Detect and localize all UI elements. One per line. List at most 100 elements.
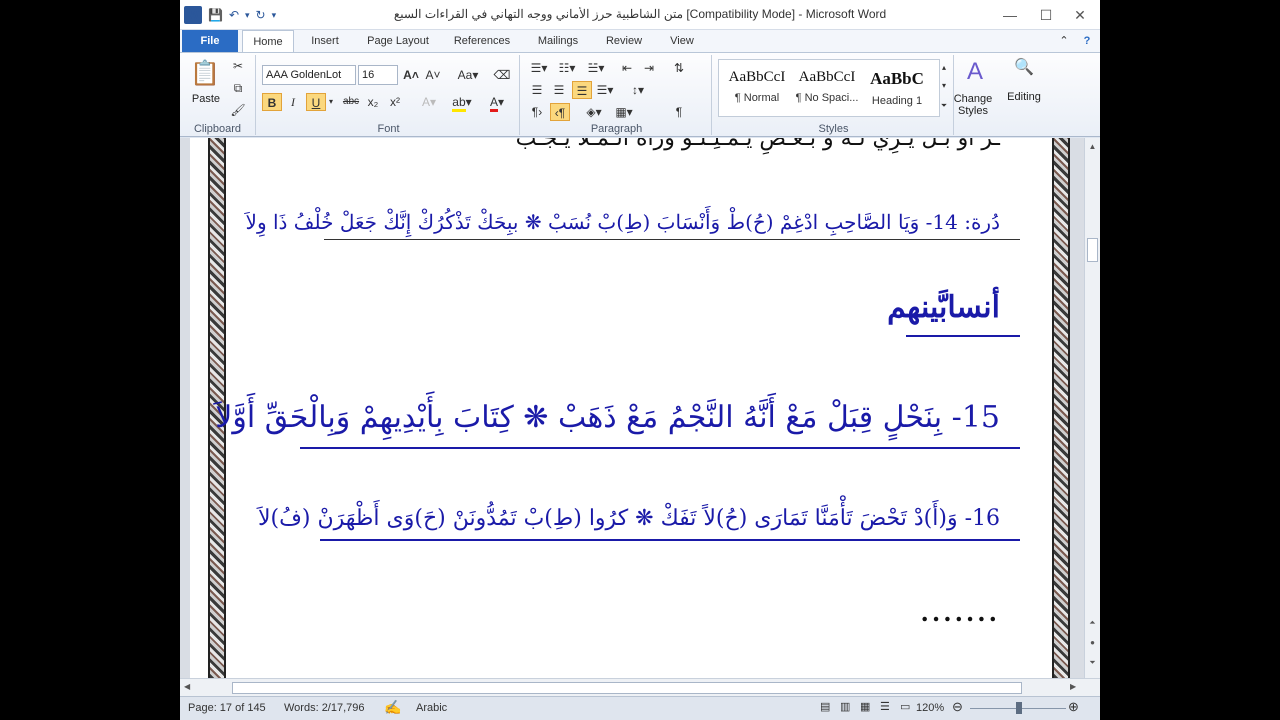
status-bar: Page: 17 of 145 Words: 2/17,796 ✍ Arabic… xyxy=(180,696,1100,720)
text-effects-icon[interactable]: A▾ xyxy=(418,93,440,111)
show-marks-icon[interactable]: ¶ xyxy=(670,103,688,121)
superscript-button[interactable]: x² xyxy=(386,93,404,111)
bullets-icon[interactable]: ☰▾ xyxy=(528,59,550,77)
justify-icon[interactable]: ☰▾ xyxy=(596,81,614,99)
underline-dropdown-icon[interactable]: ▾ xyxy=(326,93,336,111)
page-indicator[interactable]: Page: 17 of 145 xyxy=(188,702,266,714)
view-web-layout-icon[interactable]: ▦ xyxy=(860,700,870,713)
clipboard-label: Clipboard xyxy=(193,123,242,135)
style-heading-1[interactable]: AaBbC Heading 1 xyxy=(862,61,932,115)
font-size-field[interactable]: 16 xyxy=(358,65,398,85)
change-styles-button[interactable]: Change Styles xyxy=(948,93,998,117)
align-left-icon[interactable]: ☰ xyxy=(528,81,546,99)
paste-icon[interactable]: 📋 xyxy=(190,59,220,89)
line-spacing-icon[interactable]: ↕▾ xyxy=(626,81,650,99)
proofing-icon[interactable]: ✍ xyxy=(384,699,401,716)
word-logo-icon[interactable]: W xyxy=(184,6,202,24)
view-full-screen-icon[interactable]: ▥ xyxy=(840,700,850,713)
help-icon[interactable]: ? xyxy=(1078,30,1096,52)
scroll-up-icon[interactable]: ▲ xyxy=(1087,142,1098,154)
word-count[interactable]: Words: 2/17,796 xyxy=(284,702,365,714)
italic-button[interactable]: I xyxy=(284,93,302,111)
select-browse-object-icon[interactable]: ● xyxy=(1087,638,1098,650)
font-name-field[interactable]: AAA GoldenLot xyxy=(262,65,356,85)
cut-icon[interactable]: ✂ xyxy=(230,57,246,75)
paragraph-group: ☰▾ ☷▾ ☱▾ ⇤ ⇥ ☰ ☰ ☰ ☰▾ ↕▾ ¶› ‹¶ ◈▾ ▦▾ ⇅ ¶… xyxy=(522,55,712,135)
format-painter-icon[interactable]: 🖌 xyxy=(230,101,246,119)
shading-icon[interactable]: ◈▾ xyxy=(582,103,606,121)
tab-mailings[interactable]: Mailings xyxy=(528,30,588,52)
next-page-icon[interactable]: ⏷ xyxy=(1087,658,1098,670)
word-window: W 💾 ↶ ▾ ↻ ▾ متن الشاطبية حرز الأماني ووج… xyxy=(180,0,1100,720)
tab-insert[interactable]: Insert xyxy=(300,30,350,52)
style-heading-1-name: Heading 1 xyxy=(871,95,923,107)
change-case-icon[interactable]: Aa▾ xyxy=(454,66,482,84)
tab-references[interactable]: References xyxy=(446,30,518,52)
vertical-scroll-thumb[interactable] xyxy=(1087,238,1098,262)
tab-review[interactable]: Review xyxy=(598,30,650,52)
zoom-in-icon[interactable]: ⊕ xyxy=(1068,699,1079,715)
align-center-icon[interactable]: ☰ xyxy=(550,81,568,99)
tab-file[interactable]: File xyxy=(182,30,238,52)
grow-font-icon[interactable]: A˄ xyxy=(402,66,420,84)
customize-qat-icon[interactable]: ▾ xyxy=(272,10,277,21)
binoculars-icon[interactable]: 🔍 xyxy=(1012,59,1036,77)
close-button[interactable]: ✕ xyxy=(1062,4,1098,26)
title-bar: W 💾 ↶ ▾ ↻ ▾ متن الشاطبية حرز الأماني ووج… xyxy=(180,0,1100,30)
redo-icon[interactable]: ↻ xyxy=(256,8,266,22)
undo-icon[interactable]: ↶ xyxy=(229,8,239,22)
view-outline-icon[interactable]: ☰ xyxy=(880,700,890,713)
change-styles-icon[interactable]: A xyxy=(960,57,990,87)
editing-button[interactable]: Editing xyxy=(1002,91,1046,103)
sort-icon[interactable]: ⇅ xyxy=(670,59,688,77)
window-title: متن الشاطبية حرز الأماني ووجه التهاني في… xyxy=(393,7,887,21)
styles-scroll-up-icon[interactable]: ▴ xyxy=(938,59,950,77)
underline-button[interactable]: U xyxy=(306,93,326,111)
save-icon[interactable]: 💾 xyxy=(208,8,223,22)
scroll-left-icon[interactable]: ◀ xyxy=(184,682,196,691)
shrink-font-icon[interactable]: A˅ xyxy=(424,66,442,84)
font-color-icon[interactable]: A▾ xyxy=(484,93,510,112)
multilevel-list-icon[interactable]: ☱▾ xyxy=(584,59,608,77)
numbering-icon[interactable]: ☷▾ xyxy=(556,59,578,77)
tab-home[interactable]: Home xyxy=(242,30,294,53)
minimize-button[interactable]: — xyxy=(992,4,1028,26)
paste-button[interactable]: Paste xyxy=(188,93,224,105)
vertical-scrollbar[interactable]: ▲ ⏶ ● ⏷ xyxy=(1084,138,1100,678)
increase-indent-icon[interactable]: ⇥ xyxy=(640,59,658,77)
horizontal-scroll-thumb[interactable] xyxy=(232,682,1022,694)
view-draft-icon[interactable]: ▭ xyxy=(900,700,910,713)
borders-icon[interactable]: ▦▾ xyxy=(612,103,636,121)
style-normal[interactable]: AaBbCcI ¶ Normal xyxy=(722,61,792,115)
zoom-level[interactable]: 120% xyxy=(916,702,944,714)
copy-icon[interactable]: ⧉ xyxy=(230,79,246,97)
tab-page-layout[interactable]: Page Layout xyxy=(358,30,438,52)
bold-button[interactable]: B xyxy=(262,93,282,111)
scroll-right-icon[interactable]: ▶ xyxy=(1070,682,1082,691)
ltr-direction-icon[interactable]: ¶› xyxy=(528,103,546,121)
decrease-indent-icon[interactable]: ⇤ xyxy=(618,59,636,77)
ribbon: 📋 Paste ✂ ⧉ 🖌 Clipboard AAA GoldenLot 16… xyxy=(180,52,1100,137)
highlighted-word-underline xyxy=(906,335,1020,337)
partial-verse-line: ـرَ أوْ بَـلْ يَـرِيْ لَـهُ وَ بَـعْـضِ … xyxy=(515,138,1000,151)
tab-view[interactable]: View xyxy=(660,30,704,52)
align-right-icon[interactable]: ☰ xyxy=(572,81,592,99)
prev-page-icon[interactable]: ⏶ xyxy=(1087,618,1098,630)
collapse-ribbon-icon[interactable]: ⌃ xyxy=(1056,30,1072,52)
zoom-slider-thumb[interactable] xyxy=(1016,702,1022,714)
clear-formatting-icon[interactable]: ⌫ xyxy=(492,66,512,84)
view-print-layout-icon[interactable]: ▤ xyxy=(820,700,830,713)
subscript-button[interactable]: x₂ xyxy=(364,93,382,111)
zoom-out-icon[interactable]: ⊖ xyxy=(952,699,963,715)
rtl-direction-icon[interactable]: ‹¶ xyxy=(550,103,570,121)
style-no-spacing[interactable]: AaBbCcI ¶ No Spaci... xyxy=(792,61,862,115)
language-indicator[interactable]: Arabic xyxy=(416,702,447,714)
verse-15-underline xyxy=(300,447,1020,449)
verse-16: 16- وَ(أَ)دْ تَحْضَ تَأْمَنَّا تَمَارَى … xyxy=(257,506,1000,531)
horizontal-scrollbar[interactable]: ◀ ▶ xyxy=(180,678,1100,696)
document-page[interactable]: ـرَ أوْ بَـلْ يَـرِيْ لَـهُ وَ بَـعْـضِ … xyxy=(190,138,1070,678)
undo-dropdown-icon[interactable]: ▾ xyxy=(245,10,250,21)
strikethrough-button[interactable]: abc xyxy=(340,93,362,111)
highlight-color-icon[interactable]: ab▾ xyxy=(448,93,476,112)
maximize-button[interactable]: ☐ xyxy=(1028,4,1064,26)
